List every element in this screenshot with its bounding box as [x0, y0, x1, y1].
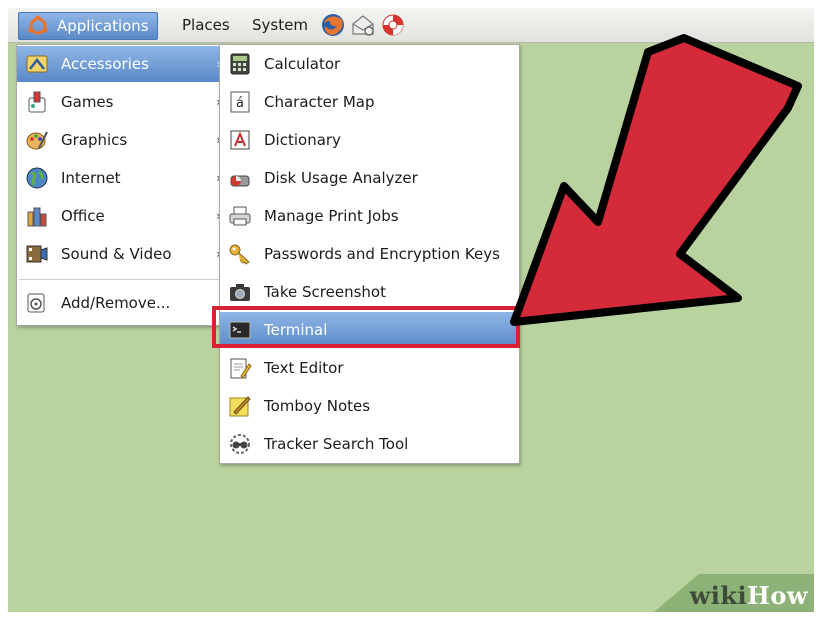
- menu-item-tracker-search[interactable]: Tracker Search Tool: [220, 426, 519, 462]
- menu-item-disk-usage[interactable]: Disk Usage Analyzer: [220, 160, 519, 196]
- menu-item-label: Sound & Video: [61, 245, 172, 263]
- places-menu-button[interactable]: Places: [176, 12, 236, 38]
- camera-icon: [230, 284, 250, 301]
- menu-item-label: Manage Print Jobs: [264, 207, 399, 225]
- menu-item-label: Text Editor: [264, 359, 344, 377]
- accessories-submenu: Calculator á Character Map Dictionary Di…: [219, 44, 520, 464]
- tomboy-notes-icon: [229, 396, 251, 417]
- menu-item-manage-print-jobs[interactable]: Manage Print Jobs: [220, 198, 519, 234]
- tracker-search-icon: [230, 434, 250, 454]
- menu-item-label: Accessories: [61, 55, 149, 73]
- desktop: Applications Places System Accessories G…: [8, 8, 814, 612]
- ubuntu-logo-icon: [28, 15, 48, 35]
- menu-item-label: Character Map: [264, 93, 375, 111]
- menu-item-calculator[interactable]: Calculator: [220, 46, 519, 82]
- menu-item-label: Dictionary: [264, 131, 341, 149]
- menu-item-sound-video[interactable]: Sound & Video ›: [17, 236, 225, 272]
- menu-item-text-editor[interactable]: Text Editor: [220, 350, 519, 386]
- terminal-icon: [229, 321, 251, 339]
- menu-item-character-map[interactable]: á Character Map: [220, 84, 519, 120]
- menu-item-label: Internet: [61, 169, 121, 187]
- watermark-part2: How: [747, 581, 808, 610]
- top-panel: Applications Places System: [8, 8, 814, 43]
- help-lifebuoy-icon[interactable]: [380, 12, 406, 38]
- menu-item-tomboy-notes[interactable]: Tomboy Notes: [220, 388, 519, 424]
- watermark-part1: wiki: [689, 581, 748, 610]
- printer-icon: [229, 206, 251, 226]
- menu-item-label: Add/Remove...: [61, 294, 171, 312]
- menu-item-label: Tomboy Notes: [264, 397, 371, 415]
- menu-item-office[interactable]: Office ›: [17, 198, 225, 234]
- menu-item-label: Office: [61, 207, 105, 225]
- office-icon: [27, 207, 47, 227]
- text-editor-icon: [230, 358, 252, 379]
- menu-item-label: Graphics: [61, 131, 128, 149]
- add-remove-icon: [27, 293, 45, 313]
- accessories-icon: [26, 55, 48, 73]
- graphics-icon: [26, 131, 48, 150]
- games-icon: [28, 91, 46, 113]
- menu-item-label: Calculator: [264, 55, 341, 73]
- character-map-glyph: á: [236, 96, 244, 111]
- menu-item-terminal[interactable]: Terminal: [220, 312, 519, 348]
- menu-item-label: Take Screenshot: [264, 283, 386, 301]
- menu-item-add-remove[interactable]: Add/Remove...: [17, 285, 225, 321]
- menu-item-accessories[interactable]: Accessories ›: [17, 46, 225, 82]
- dictionary-icon: [230, 130, 250, 150]
- mail-icon[interactable]: [350, 12, 376, 38]
- sound-video-icon: [26, 245, 48, 263]
- menu-item-label: Disk Usage Analyzer: [264, 169, 418, 187]
- menu-item-internet[interactable]: Internet ›: [17, 160, 225, 196]
- system-menu-button[interactable]: System: [246, 12, 314, 38]
- disk-usage-icon: [230, 175, 250, 187]
- menu-item-label: Terminal: [264, 321, 328, 339]
- menu-item-label: Games: [61, 93, 114, 111]
- keys-icon: [229, 244, 250, 265]
- wikihow-watermark-text: wikiHow: [690, 581, 808, 610]
- menu-separator: [19, 279, 223, 280]
- applications-label: Applications: [57, 17, 149, 35]
- menu-item-label: Passwords and Encryption Keys: [264, 245, 500, 263]
- calculator-icon: [230, 53, 250, 75]
- menu-item-dictionary[interactable]: Dictionary: [220, 122, 519, 158]
- menu-item-label: Tracker Search Tool: [264, 435, 409, 453]
- globe-icon: [26, 167, 48, 189]
- menu-item-games[interactable]: Games ›: [17, 84, 225, 120]
- menu-item-take-screenshot[interactable]: Take Screenshot: [220, 274, 519, 310]
- firefox-icon[interactable]: [320, 12, 346, 38]
- menu-item-passwords-keys[interactable]: Passwords and Encryption Keys: [220, 236, 519, 272]
- applications-menu: Accessories › Games › Graphics ›: [16, 44, 226, 326]
- menu-item-graphics[interactable]: Graphics ›: [17, 122, 225, 158]
- applications-menu-button[interactable]: Applications: [18, 12, 158, 40]
- character-map-icon: á: [230, 91, 250, 113]
